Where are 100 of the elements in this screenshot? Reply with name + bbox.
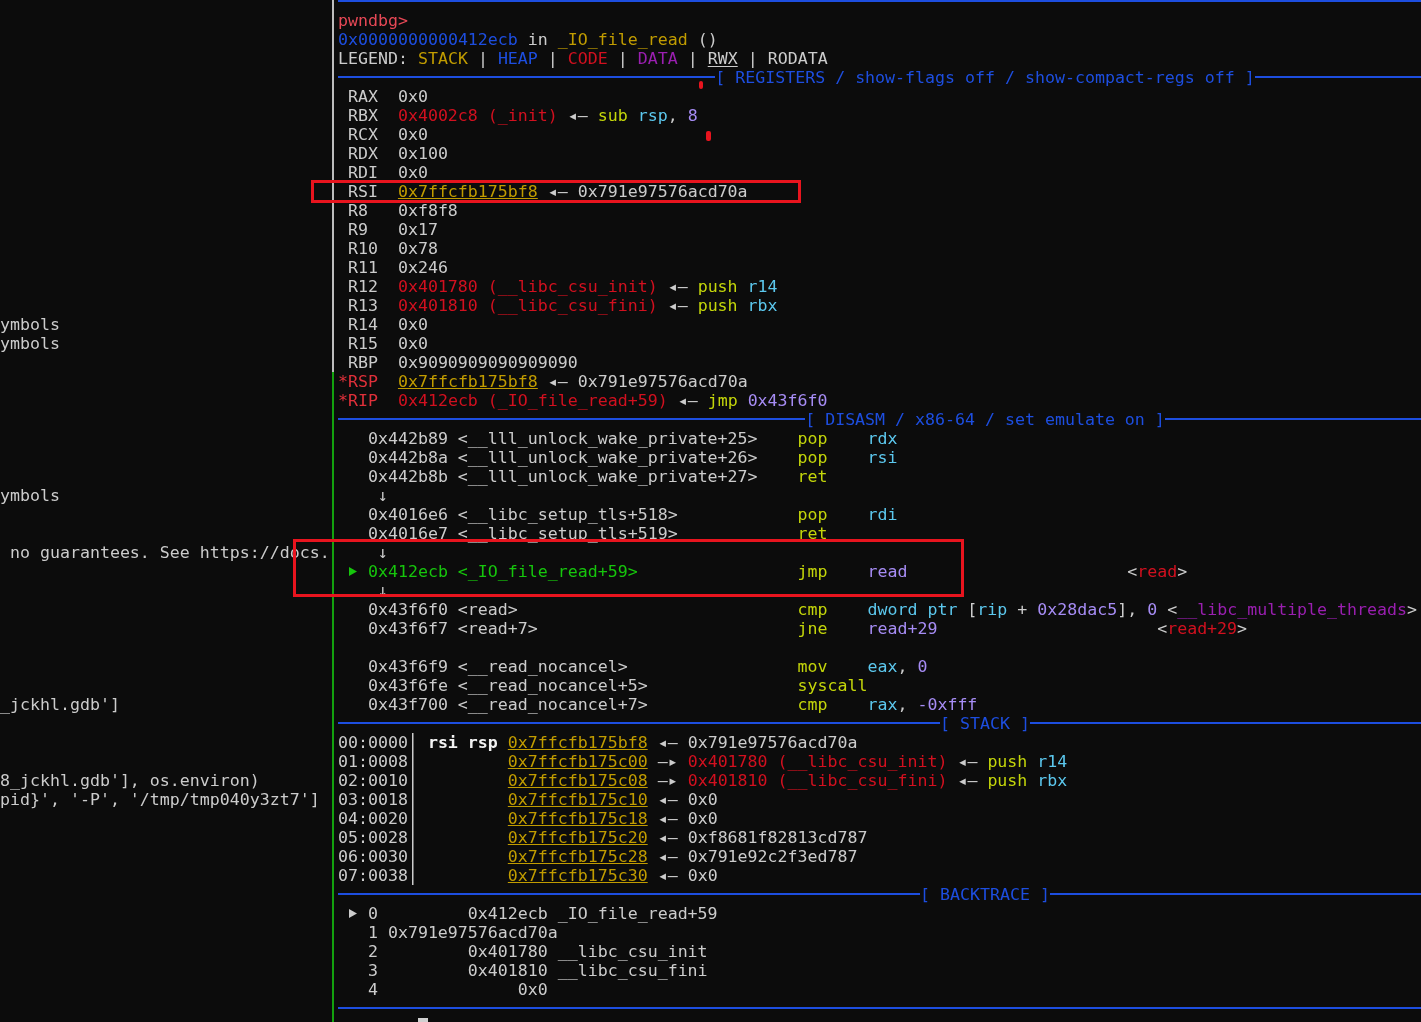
register-name: RCX [348, 126, 378, 142]
gdb-prompt: pwndbg> [338, 10, 408, 30]
register-name: R14 [348, 316, 378, 332]
register-name: R8 [348, 202, 368, 218]
instruction-mnemonic: syscall [797, 675, 868, 695]
section-header: [ DISASM / x86-64 / set emulate on ] [805, 409, 1165, 429]
stack-offset: 01:0008 [338, 751, 408, 771]
register-name: RBX [348, 107, 378, 123]
instruction-operands: eax, 0 [867, 656, 928, 676]
instruction-comment: <read+29> [1157, 618, 1248, 638]
stack-offset: 03:0018 [338, 789, 408, 809]
stack-offset: 06:0030 [338, 846, 408, 866]
register-name: R13 [348, 297, 378, 313]
instruction-operands: dword ptr [rip + 0x28dac5], 0 [867, 599, 1158, 619]
instruction-operands: rsi [867, 447, 898, 467]
stack-offset: 02:0010 [338, 770, 408, 790]
instruction-address: 0x4016e7 <__libc_setup_tls+519> [367, 523, 678, 543]
register-value: 0x0 [397, 335, 428, 351]
instruction-address: 0x43f6f7 <read+7> [367, 618, 538, 638]
frame-index: 0 [367, 903, 378, 923]
register-value: 0x401810 (__libc_csu_fini) ◂— push rbx [397, 297, 778, 313]
instruction-operands: rdx [867, 428, 898, 448]
frame-symbol: __libc_csu_init [557, 941, 708, 961]
frame-address: 0x401810 [467, 960, 548, 980]
stack-offset: 05:0028 [338, 827, 408, 847]
jump-arrow: ↓ [377, 485, 388, 505]
stack-entry: 0x7ffcfb175c20 ◂— 0xf8681f82813cd787 [507, 827, 868, 847]
stack-entry: 0x7ffcfb175c30 ◂— 0x0 [507, 865, 718, 885]
terminal-cursor [417, 1017, 428, 1022]
register-value: 0x9090909090909090 [397, 354, 578, 370]
stack-entry: 0x7ffcfb175c28 ◂— 0x791e92c2f3ed787 [507, 846, 858, 866]
instruction-operands: rax, -0xfff [867, 694, 978, 714]
color-legend: LEGEND: STACK | HEAP | CODE | DATA | RWX | RODATA [338, 48, 828, 68]
frame-symbol: _IO_file_read+59 [557, 903, 718, 923]
register-name: RAX [348, 88, 378, 104]
stack-offset: 04:0020 [338, 808, 408, 828]
register-name: RSI [348, 183, 378, 199]
stop-location: 0x0000000000412ecb in _IO_file_read () [338, 29, 718, 49]
instruction-mnemonic: pop [797, 428, 828, 448]
register-value: 0x17 [397, 221, 438, 237]
instruction-mnemonic: jne [797, 618, 828, 638]
instruction-mnemonic: mov [797, 656, 828, 676]
jump-arrow: ↓ [377, 542, 388, 562]
instruction-comment: <read> [1127, 561, 1188, 581]
instruction-address: 0x412ecb <_IO_file_read+59> [367, 561, 638, 581]
frame-index: 3 [367, 960, 378, 980]
register-name: R15 [348, 335, 378, 351]
section-header: [ STACK ] [940, 713, 1030, 733]
instruction-operands: rdi [867, 504, 898, 524]
section-header: [ REGISTERS / show-flags off / show-compact-regs off ] [715, 67, 1255, 87]
section-header: [ BACKTRACE ] [920, 884, 1050, 904]
instruction-address: 0x43f6fe <__read_nocancel+5> [367, 675, 648, 695]
register-value: 0x100 [397, 145, 448, 161]
register-name: *RSP [338, 373, 378, 389]
register-value: 0x246 [397, 259, 448, 275]
annotation-mark [706, 131, 711, 141]
register-name: R11 [348, 259, 378, 275]
frame-address: 0x412ecb [467, 903, 548, 923]
register-value: 0x0 [397, 88, 428, 104]
instruction-address: 0x442b8b <__lll_unlock_wake_private+27> [367, 466, 758, 486]
register-name: R10 [348, 240, 378, 256]
stack-registers: rsi rsp [427, 732, 498, 752]
instruction-mnemonic: pop [797, 447, 828, 467]
register-value: 0x401780 (__libc_csu_init) ◂— push r14 [397, 278, 778, 294]
stack-offset: 07:0038 [338, 865, 408, 885]
instruction-address: 0x442b8a <__lll_unlock_wake_private+26> [367, 447, 758, 467]
frame-symbol: __libc_csu_fini [557, 960, 708, 980]
annotation-mark [699, 81, 703, 89]
instruction-address: 0x442b89 <__lll_unlock_wake_private+25> [367, 428, 758, 448]
output-line: ymbols [0, 485, 60, 505]
stack-offset: 00:0000 [338, 732, 408, 752]
register-value: 0x0 [397, 316, 428, 332]
output-line: ymbols [0, 333, 60, 353]
register-name: *RIP [338, 392, 378, 408]
instruction-mnemonic: jmp [797, 561, 828, 581]
stack-entry: 0x7ffcfb175c08 —▸ 0x401810 (__libc_csu_fini) ◂— push rbx [507, 770, 1068, 790]
instruction-mnemonic: cmp [797, 694, 828, 714]
register-value: 0xf8f8 [397, 202, 458, 218]
frame-index: 4 [367, 979, 378, 999]
register-value: 0x7ffcfb175bf8 ◂— 0x791e97576acd70a [397, 183, 748, 199]
stack-entry: 0x7ffcfb175bf8 ◂— 0x791e97576acd70a [507, 732, 858, 752]
output-line: _jckhl.gdb'] [0, 694, 120, 714]
instruction-address: 0x43f700 <__read_nocancel+7> [367, 694, 648, 714]
output-line: ymbols [0, 314, 60, 334]
instruction-mnemonic: ret [797, 466, 828, 486]
frame-address: 0x791e97576acd70a [387, 922, 558, 942]
register-value: 0x0 [397, 164, 428, 180]
register-name: RDX [348, 145, 378, 161]
output-line: 8_jckhl.gdb'], os.environ) [0, 770, 260, 790]
register-value: 0x78 [397, 240, 438, 256]
instruction-mnemonic: ret [797, 523, 828, 543]
frame-address: 0x401780 [467, 941, 548, 961]
register-value: 0x7ffcfb175bf8 ◂— 0x791e97576acd70a [397, 373, 748, 389]
instruction-operands: read [867, 561, 908, 581]
frame-index: 2 [367, 941, 378, 961]
instruction-mnemonic: pop [797, 504, 828, 524]
instruction-operands: read+29 [867, 618, 938, 638]
stack-entry: 0x7ffcfb175c10 ◂— 0x0 [507, 789, 718, 809]
frame-index: 1 [367, 922, 378, 942]
triangle-pointer-icon [348, 908, 357, 918]
